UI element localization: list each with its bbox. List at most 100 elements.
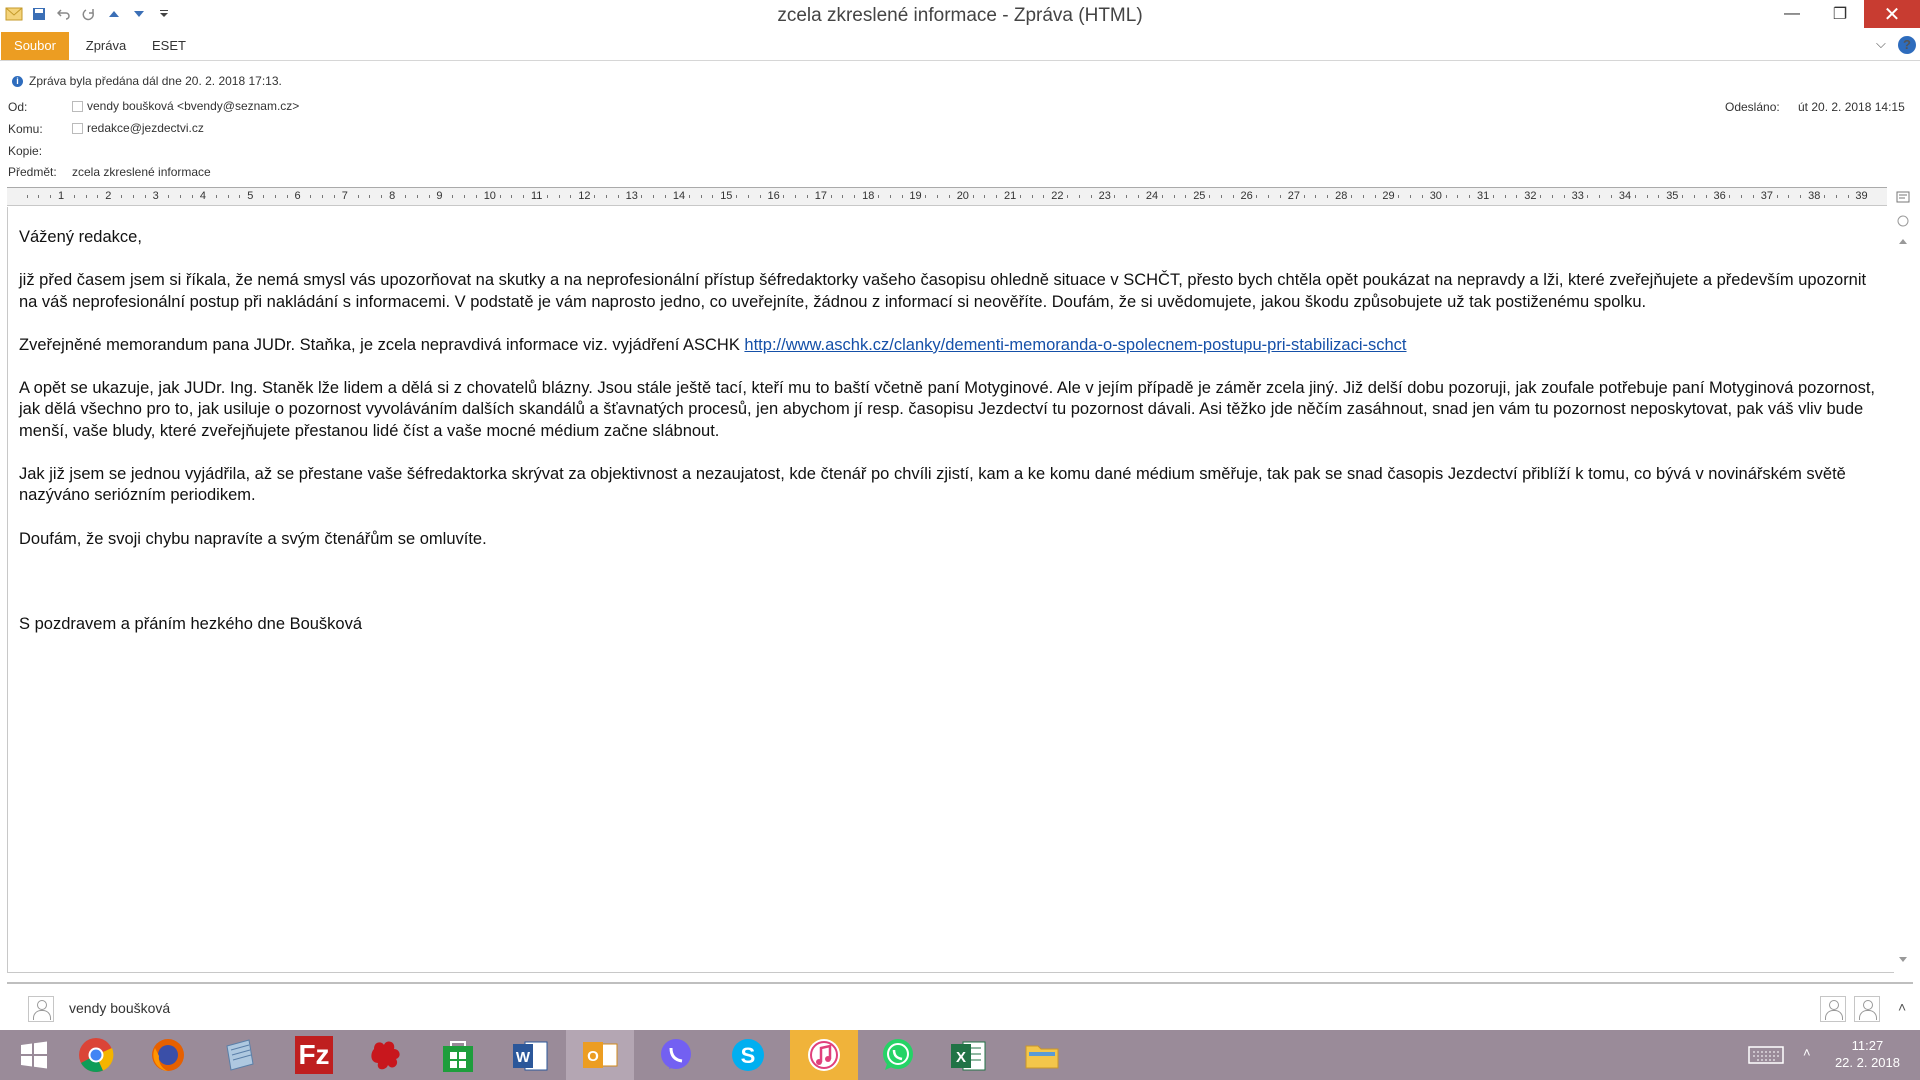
ruler-tick — [97, 195, 99, 198]
ruler-tick — [1634, 195, 1636, 198]
ruler-number: 31 — [1477, 190, 1490, 202]
ruler-tick — [357, 195, 359, 198]
ruler-tick — [180, 195, 182, 198]
sender-avatar[interactable] — [28, 996, 54, 1022]
from-value[interactable]: vendy boušková <bvendy@seznam.cz> — [87, 99, 299, 113]
ruler-tick — [26, 195, 28, 198]
ruler-tick — [215, 195, 217, 198]
ruler-number: 3 — [152, 190, 159, 202]
store-icon[interactable] — [424, 1030, 492, 1080]
windows-start-icon[interactable] — [0, 1030, 68, 1080]
firefox-icon[interactable] — [134, 1030, 202, 1080]
tab-zprava[interactable]: Zpráva — [76, 32, 136, 60]
ruler-tick — [1504, 195, 1506, 198]
file-explorer-icon[interactable] — [1008, 1030, 1076, 1080]
ruler-tick — [428, 195, 430, 198]
ruler-tick — [1410, 195, 1412, 198]
vertical-scrollbar[interactable] — [1893, 207, 1913, 972]
whatsapp-icon[interactable] — [864, 1030, 932, 1080]
ruler-number: 20 — [956, 190, 969, 202]
tab-eset[interactable]: ESET — [143, 32, 195, 60]
ruler-tick — [1327, 195, 1329, 198]
to-contact-icon — [72, 122, 83, 134]
svg-text:W: W — [516, 1049, 531, 1066]
word-icon[interactable]: W — [496, 1030, 564, 1080]
viber-icon[interactable] — [642, 1030, 710, 1080]
ruler-number: 14 — [672, 190, 686, 202]
ribbon-collapse-icon[interactable]: ⌵ — [1876, 36, 1886, 52]
ruler-tick — [1540, 195, 1542, 198]
ruler-number: 2 — [105, 190, 112, 202]
puzzle-icon[interactable] — [352, 1030, 420, 1080]
ruler-number: 38 — [1808, 190, 1821, 202]
close-button[interactable]: ✕ — [1864, 0, 1920, 28]
ruler-tick — [50, 195, 52, 198]
keyboard-icon[interactable] — [1748, 1045, 1784, 1070]
ruler-number: 11 — [531, 190, 543, 202]
ruler-number: 34 — [1618, 190, 1632, 202]
scroll-down-icon[interactable] — [1896, 954, 1910, 968]
to-value[interactable]: redakce@jezdectvi.cz — [87, 121, 204, 135]
tab-soubor[interactable]: Soubor — [1, 32, 69, 60]
ruler-tick — [73, 195, 75, 198]
ruler-tick — [1078, 195, 1080, 198]
help-icon[interactable]: ? — [1898, 36, 1916, 54]
paragraph-5: Doufám, že svoji chybu napravíte a svým … — [19, 529, 487, 548]
ruler-tick — [1374, 195, 1376, 198]
ruler-toggle-icon[interactable] — [1893, 188, 1913, 206]
ruler-number: 13 — [625, 190, 638, 202]
people-pane-contact-icon-2[interactable] — [1854, 996, 1880, 1022]
from-field[interactable]: vendy boušková <bvendy@seznam.cz> — [72, 99, 299, 113]
ruler-number: 19 — [909, 190, 922, 202]
ruler-tick — [1043, 195, 1045, 198]
itunes-icon[interactable] — [790, 1030, 858, 1080]
svg-text:O: O — [587, 1048, 599, 1065]
ruler-number: 10 — [483, 190, 496, 202]
skype-icon[interactable]: S — [714, 1030, 782, 1080]
ruler-tick — [889, 195, 891, 198]
ruler-tick — [1315, 195, 1317, 198]
outlook-icon[interactable]: O — [566, 1030, 634, 1080]
from-label: Od: — [8, 100, 28, 114]
ruler-number: 27 — [1287, 190, 1301, 202]
filezilla-icon[interactable]: Fz — [280, 1030, 348, 1080]
ruler-tick — [1138, 195, 1140, 198]
title-bar: zcela zkreslené informace - Zpráva (HTML… — [0, 0, 1920, 32]
ruler-tick — [948, 195, 950, 198]
pane-splitter[interactable] — [7, 982, 1913, 984]
ruler-tick — [783, 195, 785, 198]
excel-icon[interactable]: X — [934, 1030, 1002, 1080]
aschk-link[interactable]: http://www.aschk.cz/clanky/dementi-memor… — [744, 336, 1406, 354]
to-field[interactable]: redakce@jezdectvi.cz — [72, 121, 204, 135]
maximize-button[interactable]: ❐ — [1816, 0, 1864, 28]
ruler-number: 24 — [1145, 190, 1159, 202]
sent-value: út 20. 2. 2018 14:15 — [1798, 100, 1905, 114]
ruler-tick — [1031, 195, 1033, 198]
chrome-icon[interactable] — [62, 1030, 130, 1080]
message-body[interactable]: Vážený redakce, již před časem jsem si ř… — [7, 207, 1894, 973]
minimize-button[interactable]: — — [1768, 0, 1816, 28]
people-pane-expand-icon[interactable]: ˄ — [1898, 999, 1906, 1015]
tray-overflow-icon[interactable]: ˄ — [1803, 1045, 1811, 1060]
ruler-number: 39 — [1855, 190, 1868, 202]
taskbar-clock[interactable]: 11:27 22. 2. 2018 — [1835, 1037, 1900, 1071]
notepad-icon[interactable] — [206, 1030, 274, 1080]
ruler-number: 1 — [58, 190, 65, 202]
ruler-tick — [1788, 195, 1790, 198]
people-pane-contact-icon[interactable] — [1820, 996, 1846, 1022]
ruler-tick — [1303, 195, 1305, 198]
ruler-tick — [85, 195, 87, 198]
scroll-up-icon[interactable] — [1896, 235, 1910, 249]
ruler: 1 2 3 4 5 6 7 8 9 10 11 12 13 14 15 16 17 18 19 20 21 22 23 24 2… — [7, 187, 1887, 206]
info-banner: i Zpráva byla předána dál dne 20. 2. 201… — [12, 74, 282, 88]
ruler-tick — [274, 195, 276, 198]
ruler-tick — [310, 195, 312, 198]
pan-icon[interactable] — [1896, 215, 1910, 229]
signature: S pozdravem a přáním hezkého dne Bouškov… — [19, 614, 363, 633]
ruler-tick — [1563, 195, 1565, 198]
ruler-tick — [605, 195, 607, 198]
ruler-tick — [1729, 195, 1731, 198]
ruler-tick — [1646, 195, 1648, 198]
people-pane-name[interactable]: vendy boušková — [69, 1000, 170, 1016]
ruler-tick — [1362, 195, 1364, 198]
